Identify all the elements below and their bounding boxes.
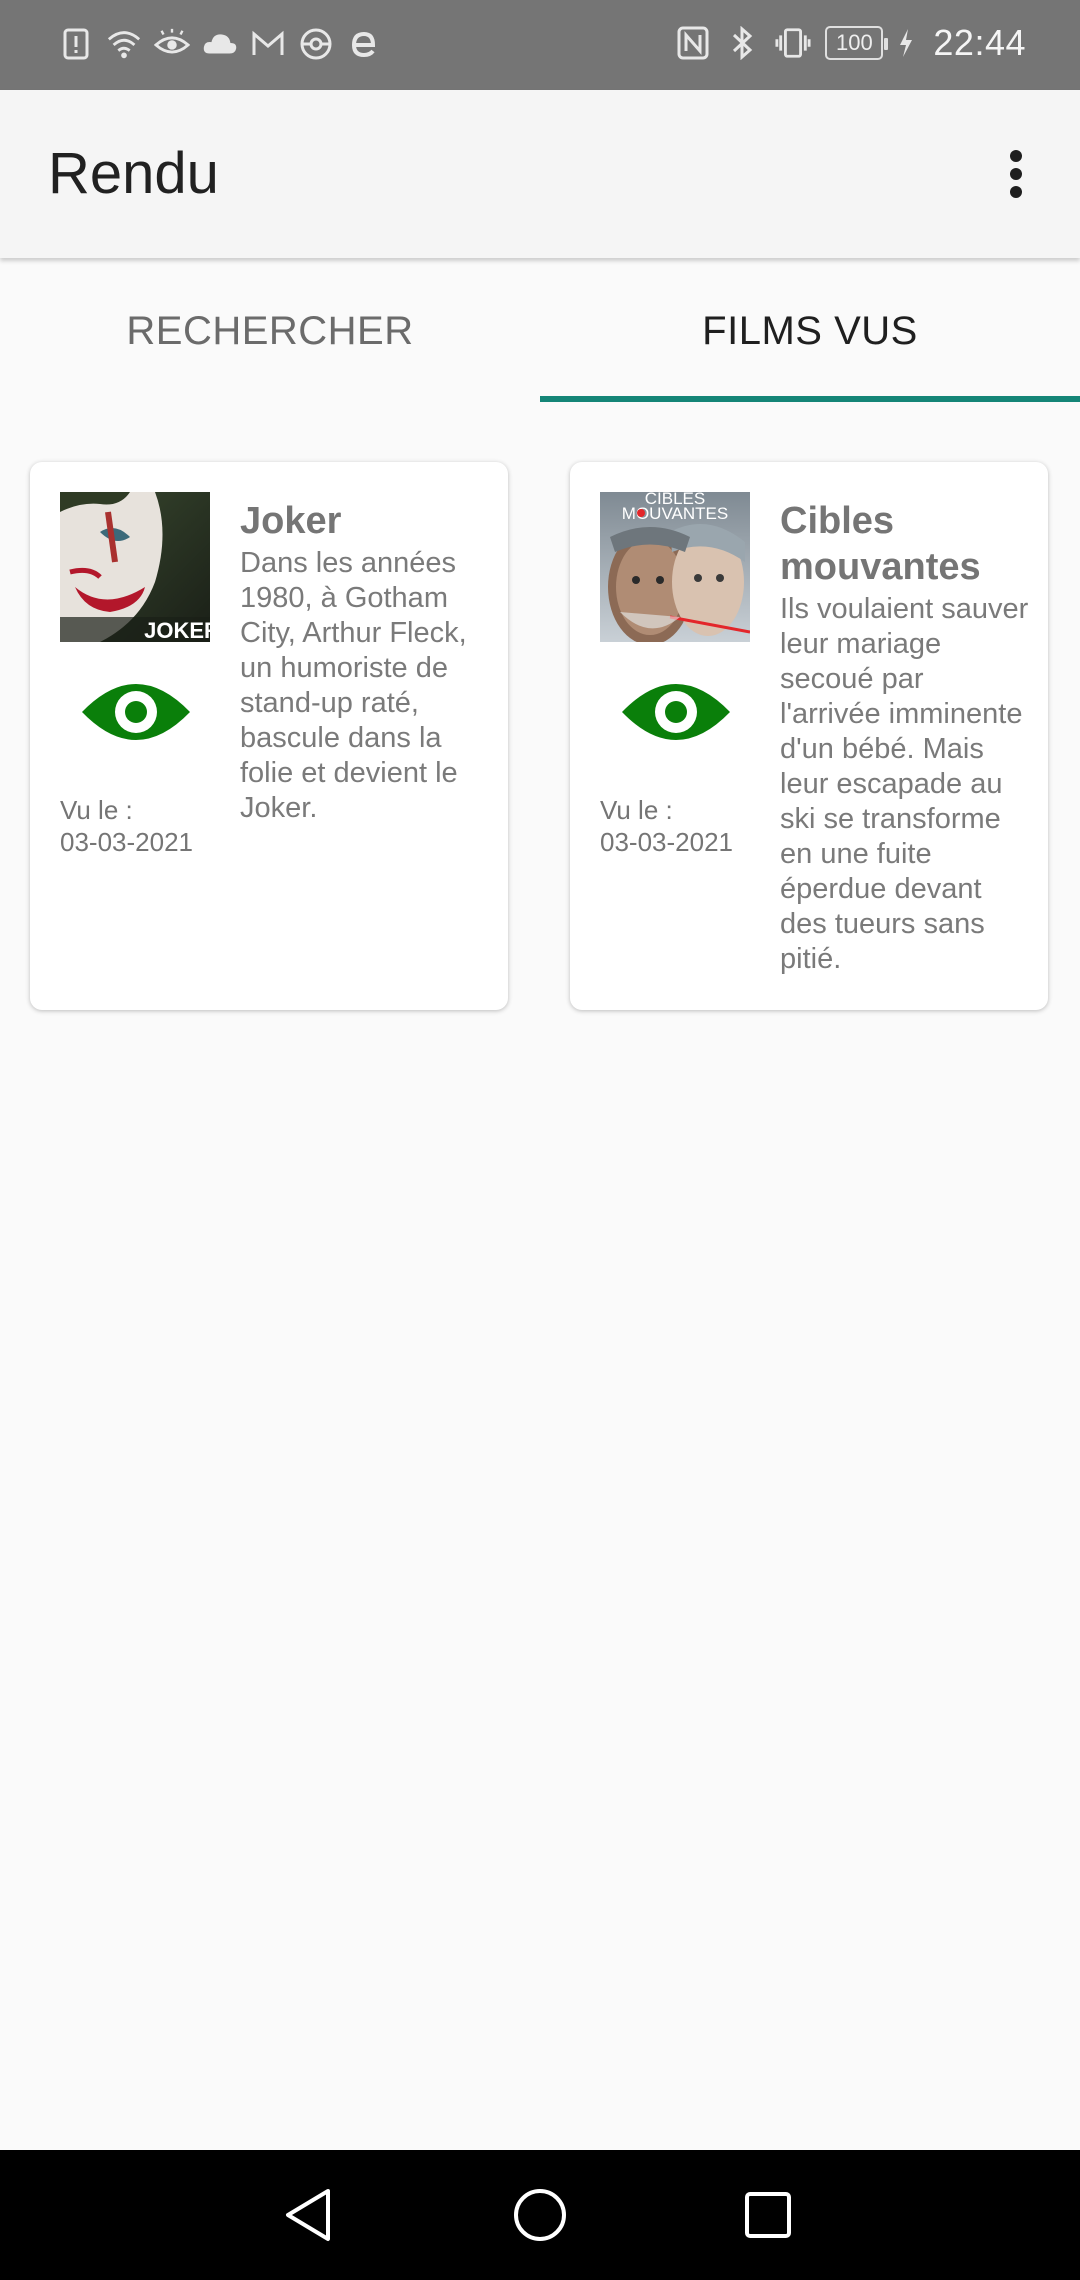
status-right-icons: 100 22:44: [675, 22, 1026, 64]
seen-eye-icon[interactable]: [80, 672, 192, 752]
film-poster: CIBLES MOUVANTES: [600, 492, 750, 642]
app-bar: Rendu: [0, 90, 1080, 258]
recent-apps-icon[interactable]: [728, 2175, 808, 2255]
film-title: Cibles mouvantes: [780, 500, 981, 588]
film-title: Joker: [240, 500, 342, 542]
tab-indicator: [540, 396, 1080, 402]
film-card[interactable]: JOKER Vu le : 03-03-2021 Joker Dans les …: [30, 462, 508, 1010]
poster-title-text: JOKER: [144, 618, 210, 642]
nfc-icon: [675, 23, 711, 63]
more-vert-icon[interactable]: [980, 138, 1052, 210]
status-bar: 100 22:44: [0, 0, 1080, 90]
film-card[interactable]: CIBLES MOUVANTES Vu le : 03-03-2021 Cibl…: [570, 462, 1048, 1010]
status-left-icons: [58, 24, 382, 64]
film-poster: JOKER: [60, 492, 210, 642]
alert-icon: [58, 24, 94, 64]
film-description: Dans les années 1980, à Gotham City, Art…: [240, 547, 467, 824]
battery-icon: 100: [825, 26, 889, 60]
seen-date-value: 03-03-2021: [600, 827, 733, 857]
navigation-bar: [0, 2150, 1080, 2280]
seen-date-value: 03-03-2021: [60, 827, 193, 857]
gmail-icon: [250, 24, 286, 64]
e-icon: [346, 24, 382, 64]
seen-label: Vu le :: [600, 795, 673, 825]
seen-label: Vu le :: [60, 795, 133, 825]
vibrate-icon: [775, 23, 811, 63]
app-title: Rendu: [48, 141, 219, 206]
bluetooth-icon: [725, 23, 761, 63]
tab-bar: RECHERCHER FILMS VUS: [0, 258, 1080, 404]
seen-date: Vu le : 03-03-2021: [600, 794, 733, 858]
seen-date: Vu le : 03-03-2021: [60, 794, 193, 858]
seen-eye-icon[interactable]: [620, 672, 732, 752]
pokeball-icon: [298, 24, 334, 64]
home-icon[interactable]: [500, 2175, 580, 2255]
charging-icon: [897, 23, 915, 63]
film-description: Ils voulaient sauver leur mariage secoué…: [780, 593, 1029, 975]
status-clock: 22:44: [933, 22, 1026, 63]
tab-rechercher[interactable]: RECHERCHER: [0, 258, 540, 404]
back-icon[interactable]: [268, 2175, 348, 2255]
eye-icon: [154, 24, 190, 64]
cloud-icon: [202, 24, 238, 64]
wifi-icon: [106, 24, 142, 64]
tab-films-vus[interactable]: FILMS VUS: [540, 258, 1080, 404]
